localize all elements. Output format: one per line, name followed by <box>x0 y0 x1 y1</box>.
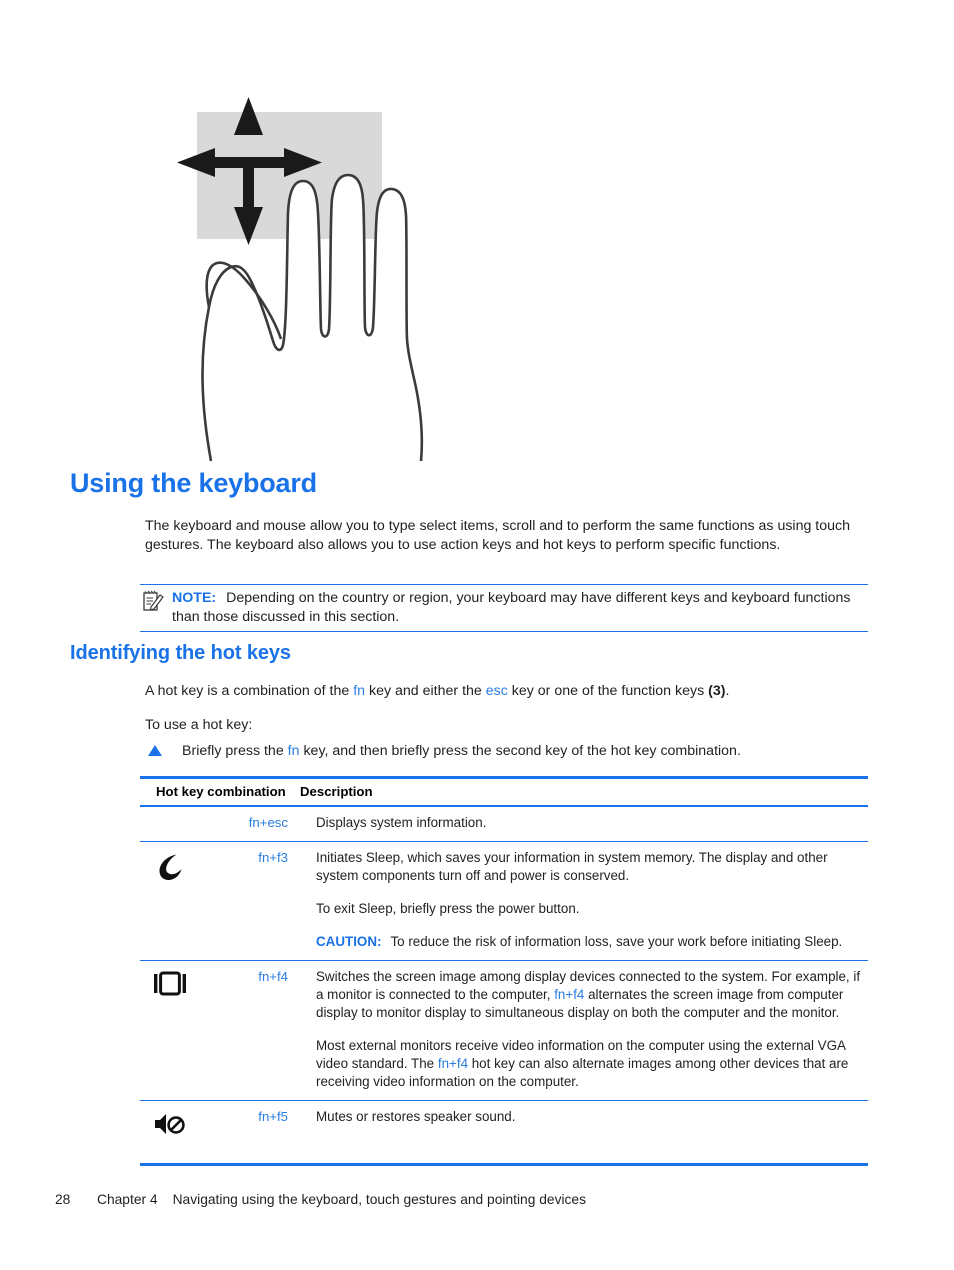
step-item: Briefly press the fn key, and then brief… <box>145 742 870 761</box>
step-part1: Briefly press the <box>182 743 288 759</box>
hotkey-def-part1: A hot key is a combination of the <box>145 683 354 699</box>
description-cell: Initiates Sleep, which saves your inform… <box>288 849 868 951</box>
description-paragraph: Switches the screen image among display … <box>316 968 868 1022</box>
footer-chapter: Chapter 4 <box>97 1192 158 1207</box>
description-paragraph: To exit Sleep, briefly press the power b… <box>316 901 580 916</box>
caution-paragraph: CAUTION: To reduce the risk of informatio… <box>316 933 868 951</box>
description-cell: Mutes or restores speaker sound. <box>288 1108 868 1126</box>
hotkey-def-part3: key or one of the function keys <box>507 683 709 699</box>
page-title: Using the keyboard <box>70 468 317 498</box>
description-paragraph: Initiates Sleep, which saves your inform… <box>316 850 828 883</box>
document-page: Using the keyboard The keyboard and mous… <box>0 0 954 1270</box>
hot-key-combination-cell: fn+f4 <box>200 968 288 984</box>
note-pencil-icon <box>142 590 164 612</box>
hotkey-def-part4: . <box>725 683 730 699</box>
description-paragraph: Most external monitors receive video inf… <box>316 1037 868 1091</box>
mute-speaker-icon <box>140 1108 200 1137</box>
description-paragraph: Mutes or restores speaker sound. <box>316 1109 516 1124</box>
column-header-hot-key-combination: Hot key combination <box>156 784 286 799</box>
key-second: f5 <box>277 1109 288 1124</box>
note-callout: NOTE: Depending on the country or region,… <box>140 584 868 632</box>
moon-icon <box>140 849 200 882</box>
table-row: fn+f5 Mutes or restores speaker sound. <box>140 1101 868 1163</box>
intro-paragraph: The keyboard and mouse allow you to type… <box>145 518 851 553</box>
table-header-row: Hot key combination Description <box>140 779 868 807</box>
key-second: esc <box>267 815 288 830</box>
hot-key-combination-cell: fn+esc <box>200 814 288 830</box>
hotkey-def-part2: key and either the <box>365 683 486 699</box>
key-plus-inline: + <box>449 1056 457 1071</box>
key-fn: fn <box>258 850 270 865</box>
hot-key-combination-cell: fn+f5 <box>200 1108 288 1124</box>
row-icon-none <box>140 814 200 817</box>
key-second: f4 <box>277 969 288 984</box>
key-plus: + <box>269 1109 277 1124</box>
description-cell: Switches the screen image among display … <box>288 968 868 1091</box>
key-fn-inline: fn <box>437 1056 450 1071</box>
key-f4-inline: f4 <box>456 1056 469 1071</box>
to-use-label: To use a hot key: <box>145 717 253 733</box>
key-fn-inline: fn <box>353 683 366 699</box>
triangle-bullet-icon <box>148 745 162 756</box>
key-fn-inline: fn <box>287 743 300 759</box>
note-text: Depending on the country or region, your… <box>172 590 851 625</box>
key-f4-inline: f4 <box>573 987 585 1002</box>
hot-key-combination-cell: fn+f3 <box>200 849 288 865</box>
display-switch-icon <box>140 968 200 997</box>
column-header-description: Description <box>300 784 373 799</box>
section-title-identifying-hot-keys: Identifying the hot keys <box>70 642 291 664</box>
hot-key-table: Hot key combination Description fn+esc D… <box>140 776 868 1166</box>
key-plus-inline: + <box>565 987 574 1002</box>
step-part2: key, and then briefly press the second k… <box>299 743 741 759</box>
hand-touchpad-illustration <box>175 95 435 465</box>
table-row: fn+f3 Initiates Sleep, which saves your … <box>140 842 868 961</box>
caution-text: To reduce the risk of information loss, … <box>390 934 843 949</box>
key-second: f3 <box>277 850 288 865</box>
header-icon-spacer <box>140 784 152 799</box>
page-footer: 28 Chapter 4 Navigating using the keyboard… <box>55 1192 586 1207</box>
key-fn: fn <box>258 1109 270 1124</box>
table-row: fn+f4 Switches the screen image among di… <box>140 961 868 1101</box>
description-paragraph: Displays system information. <box>316 815 487 830</box>
key-plus: + <box>269 969 277 984</box>
key-esc-inline: esc <box>485 683 508 699</box>
key-fn-inline: fn <box>554 987 566 1002</box>
hotkey-definition-paragraph: A hot key is a combination of the fn key… <box>145 682 870 701</box>
key-fn: fn <box>248 815 260 830</box>
footer-page-number: 28 <box>55 1192 71 1207</box>
note-label: NOTE: <box>172 590 217 606</box>
caution-label: CAUTION: <box>316 934 382 949</box>
key-fn: fn <box>258 969 270 984</box>
figure-reference: (3) <box>708 683 726 699</box>
description-cell: Displays system information. <box>288 814 868 832</box>
table-row: fn+esc Displays system information. <box>140 807 868 842</box>
footer-title: Navigating using the keyboard, touch ges… <box>172 1192 587 1207</box>
key-plus: + <box>269 850 277 865</box>
